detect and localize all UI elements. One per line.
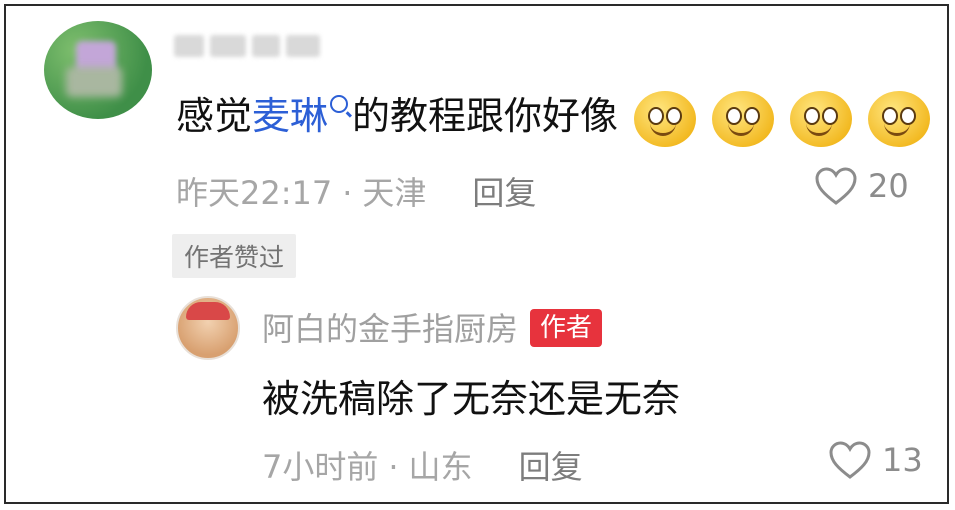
grinning-emoji-icon — [634, 90, 697, 147]
grinning-emoji-icon — [712, 90, 775, 147]
comment-location: 天津 — [362, 174, 427, 212]
reply-author: 阿白的金手指厨房 作者 — [262, 304, 603, 350]
commenter-username-blurred[interactable] — [174, 30, 324, 62]
comment-reply-button[interactable]: 回复 — [472, 174, 536, 212]
reply-like-count: 13 — [882, 441, 923, 479]
grinning-emoji-icon — [790, 90, 853, 147]
comment-panel: 感觉麦琳 的教程跟你好像 昨天22:17 · 天津 回复 20 作者赞过 阿白的金手指厨… — [4, 4, 949, 504]
reply-time: 7小时前 — [262, 448, 379, 486]
commenter-avatar[interactable] — [44, 21, 152, 119]
reply-location: 山东 — [408, 448, 473, 486]
mention-link[interactable]: 麦琳 — [252, 94, 328, 138]
author-badge: 作者 — [530, 309, 603, 347]
grinning-emoji-icon — [868, 90, 931, 147]
comment-meta: 昨天22:17 · 天津 回复 — [176, 174, 537, 212]
comment-body: 感觉麦琳 的教程跟你好像 — [176, 86, 931, 147]
reply-like-button[interactable]: 13 — [828, 440, 923, 480]
comment-like-button[interactable]: 20 — [814, 166, 909, 206]
heart-icon[interactable] — [814, 166, 858, 206]
comment-text-prefix: 感觉 — [176, 94, 253, 138]
comment-like-count: 20 — [868, 167, 909, 205]
heart-icon[interactable] — [828, 440, 872, 480]
liked-by-author-badge: 作者赞过 — [172, 234, 297, 278]
comment-text-suffix: 的教程跟你好像 — [352, 94, 619, 138]
reply-reply-button[interactable]: 回复 — [519, 448, 583, 486]
search-icon[interactable] — [330, 95, 349, 113]
reply-author-name[interactable]: 阿白的金手指厨房 — [262, 310, 518, 348]
comment-time: 昨天22:17 — [176, 174, 333, 212]
reply-meta: 7小时前 · 山东 回复 — [262, 448, 583, 486]
author-avatar[interactable] — [176, 296, 240, 360]
reply-body: 被洗稿除了无奈还是无奈 — [262, 377, 681, 421]
